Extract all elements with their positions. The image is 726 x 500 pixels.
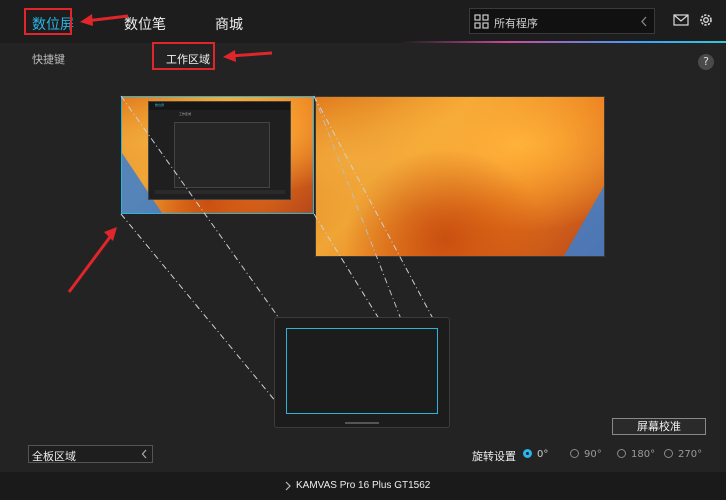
area-select[interactable]: 全板区域 <box>28 445 153 463</box>
area-select-value: 全板区域 <box>32 450 76 463</box>
rotation-label-90: 90° <box>584 449 602 460</box>
screen-calibrate-button[interactable]: 屏幕校准 <box>612 418 706 435</box>
rotation-radio-0[interactable] <box>523 449 532 458</box>
rotation-label-270: 270° <box>678 449 703 460</box>
rotation-radio-90[interactable] <box>570 449 579 458</box>
chevron-left-icon <box>141 449 147 459</box>
device-name: KAMVAS Pro 16 Plus GT1562 <box>296 480 431 491</box>
rotation-label: 旋转设置 <box>472 450 516 463</box>
rotation-radio-270[interactable] <box>664 449 673 458</box>
chevron-right-icon <box>285 481 291 491</box>
rotation-radio-180[interactable] <box>617 449 626 458</box>
rotation-label-180: 180° <box>631 449 656 460</box>
rotation-label-0: 0° <box>537 449 549 460</box>
tablet-active-area[interactable] <box>286 328 438 414</box>
device-bar[interactable]: KAMVAS Pro 16 Plus GT1562 <box>0 472 726 500</box>
